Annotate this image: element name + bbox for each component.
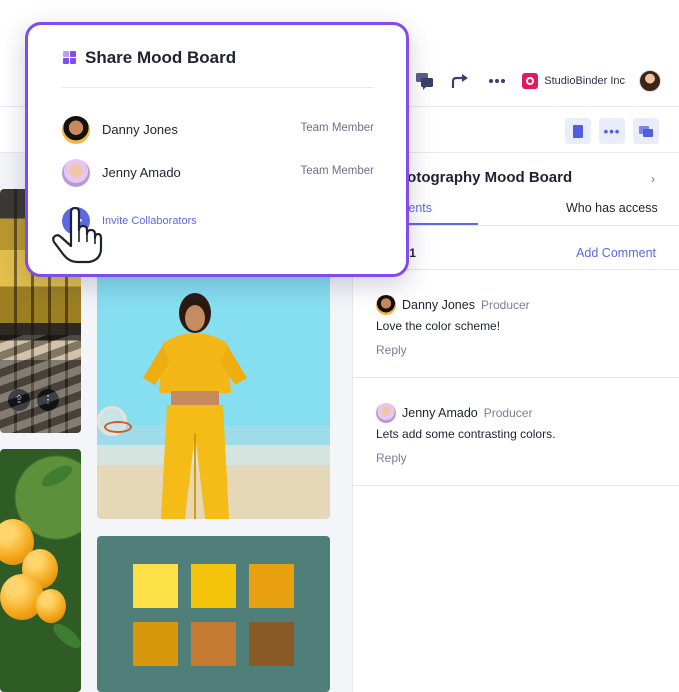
chat-bubbles-icon[interactable] [414,70,436,92]
divider [62,87,374,88]
avatar [376,295,396,315]
more-dots-icon[interactable] [486,70,508,92]
swatch-2 [191,564,236,608]
share-arrow-icon[interactable] [450,70,472,92]
comment-author: Danny Jones [402,298,475,312]
more-vertical-icon[interactable]: ⋮ [37,389,59,411]
lemon-image[interactable] [0,449,81,692]
comment-header: Jenny Amado Producer [376,403,532,423]
avatar [376,403,396,423]
comments-button[interactable] [633,118,659,144]
reply-link[interactable]: Reply [376,343,407,357]
company-switcher[interactable]: StudioBinder Inc [522,73,625,89]
hand-cursor-icon [51,206,103,269]
chevron-right-icon[interactable]: › [651,172,655,186]
top-actions: StudioBinder Inc [414,68,661,94]
comment-text: Lets add some contrasting colors. [376,427,556,441]
modal-title: Share Mood Board [85,48,237,67]
divider [353,377,679,378]
swatch-6 [249,622,294,666]
swatch-3 [249,564,294,608]
notebook-icon [573,124,583,138]
studiobinder-logo-icon [522,73,539,89]
fashion-photo-image[interactable] [97,273,330,519]
swatch-4 [133,622,178,666]
member-role-select[interactable]: Team Member [301,165,375,177]
add-comment-link[interactable]: Add Comment [576,246,656,260]
comment-role: Producer [483,406,533,420]
tab-who-has-access[interactable]: Who has access [566,201,658,225]
divider [353,485,679,486]
reply-link[interactable]: Reply [376,451,407,465]
member-role-select[interactable]: Team Member [301,122,375,134]
comment-text: Love the color scheme! [376,319,501,333]
comments-icon [639,125,653,137]
more-button[interactable]: ••• [599,118,625,144]
more-dots-icon: ••• [603,123,621,139]
comment-header: Danny Jones Producer [376,295,530,315]
color-palette[interactable] [97,536,330,692]
swatch-1 [133,564,178,608]
notebook-button[interactable] [565,118,591,144]
comment-author: Jenny Amado [402,406,478,420]
invite-label: Invite Collaborators [102,215,197,227]
member-name: Jenny Amado [102,165,181,180]
company-name: StudioBinder Inc [544,75,625,87]
member-name: Danny Jones [102,122,178,137]
avatar [62,159,90,187]
board-actions: ••• [565,118,659,144]
mood-board-logo-icon [63,51,77,65]
user-avatar[interactable] [639,70,661,92]
upload-icon[interactable]: ⇪ [8,389,30,411]
comment-role: Producer [480,298,530,312]
avatar [62,116,90,144]
member-row: Danny Jones Team Member [62,115,374,145]
swatch-5 [191,622,236,666]
member-row: Jenny Amado Team Member [62,158,374,188]
